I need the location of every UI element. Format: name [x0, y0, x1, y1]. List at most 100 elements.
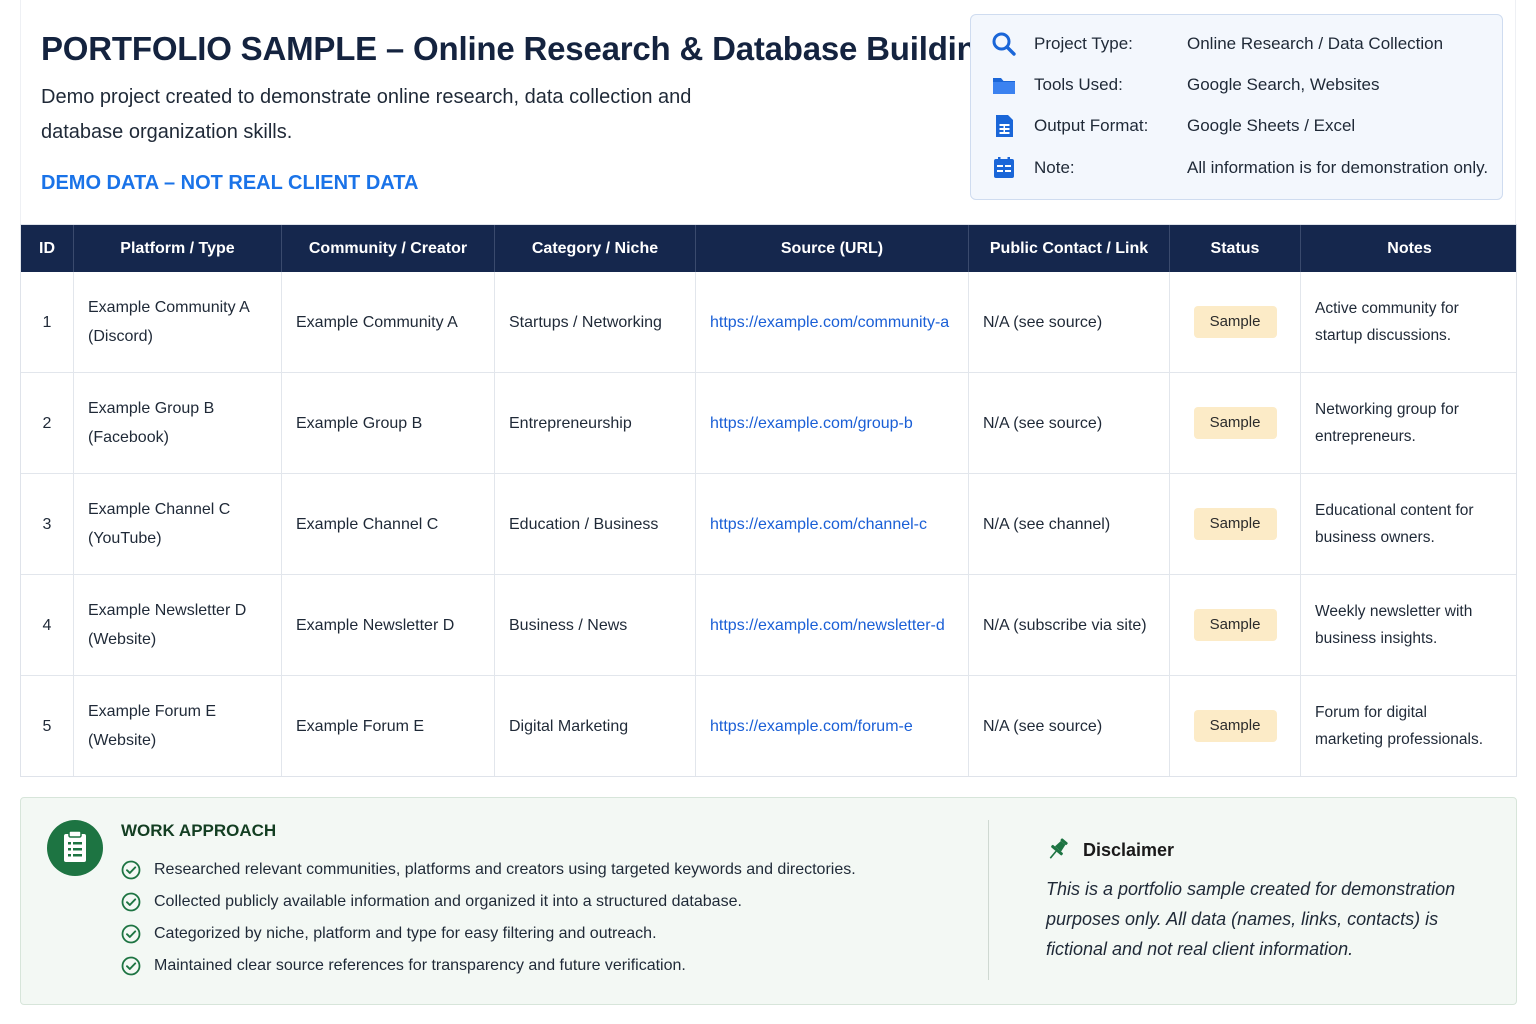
info-value: Google Sheets / Excel: [1187, 116, 1356, 135]
cell-platform: Example Community A (Discord): [74, 272, 282, 372]
cell-contact: N/A (see channel): [969, 474, 1170, 574]
column-header-creator[interactable]: Community / Creator: [282, 225, 495, 272]
status-badge: Sample: [1193, 508, 1277, 540]
column-header-source[interactable]: Source (URL): [696, 225, 969, 272]
cell-id: 2: [21, 373, 74, 473]
cell-text: Education / Business: [509, 515, 659, 533]
cell-text: Example Channel C: [296, 515, 439, 533]
cell-id: 5: [21, 676, 74, 776]
cell-text: Business / News: [509, 616, 628, 634]
cell-notes: Weekly newsletter with business insights…: [1301, 575, 1518, 675]
cell-platform: Example Newsletter D (Website): [74, 575, 282, 675]
cell-platform: Example Forum E (Website): [74, 676, 282, 776]
cell-creator: Example Community A: [282, 272, 495, 372]
cell-status: Sample: [1170, 373, 1301, 473]
column-header-contact[interactable]: Public Contact / Link: [969, 225, 1170, 272]
cell-category: Education / Business: [495, 474, 696, 574]
check-circle-icon: [121, 892, 141, 912]
cell-creator: Example Channel C: [282, 474, 495, 574]
status-badge: Sample: [1193, 609, 1277, 641]
cell-text: Active community for startup discussions…: [1315, 300, 1459, 344]
cell-notes: Forum for digital marketing professional…: [1301, 676, 1518, 776]
disclaimer-text: This is a portfolio sample created for d…: [1046, 879, 1456, 959]
work-approach-title: WORK APPROACH: [121, 821, 277, 840]
cell-contact: N/A (see source): [969, 272, 1170, 372]
note-icon: [994, 157, 1014, 178]
cell-text: Example Forum E (Website): [88, 703, 217, 749]
column-header-id[interactable]: ID: [21, 225, 74, 272]
cell-status: Sample: [1170, 575, 1301, 675]
cell-creator: Example Forum E: [282, 676, 495, 776]
cell-text: N/A (subscribe via site): [983, 616, 1147, 634]
table-row[interactable]: 5 Example Forum E (Website) Example Foru…: [21, 676, 1516, 777]
cell-text: Weekly newsletter with business insights…: [1315, 603, 1473, 647]
source-link[interactable]: https://example.com/newsletter-d: [696, 611, 953, 640]
vertical-divider: [988, 820, 989, 980]
cell-status: Sample: [1170, 474, 1301, 574]
info-label: Project Type:: [1034, 34, 1133, 53]
cell-notes: Networking group for entrepreneurs.: [1301, 373, 1518, 473]
table-row[interactable]: 4 Example Newsletter D (Website) Example…: [21, 575, 1516, 676]
cell-source: https://example.com/community-a: [696, 272, 969, 372]
cell-category: Entrepreneurship: [495, 373, 696, 473]
status-badge: Sample: [1193, 407, 1277, 439]
cell-text: Digital Marketing: [509, 717, 629, 735]
column-header-notes[interactable]: Notes: [1301, 225, 1518, 272]
cell-text: Example Group B: [296, 414, 423, 432]
cell-text: Startups / Networking: [509, 313, 662, 331]
status-badge: Sample: [1193, 710, 1277, 742]
sheet-icon: [996, 115, 1013, 137]
info-row-output-format: Output Format: Google Sheets / Excel: [971, 110, 1502, 142]
cell-source: https://example.com/forum-e: [696, 676, 969, 776]
info-row-note: Note: All information is for demonstrati…: [971, 152, 1502, 184]
info-value: All information is for demonstration onl…: [1187, 158, 1489, 177]
cell-category: Business / News: [495, 575, 696, 675]
info-row-tools-used: Tools Used: Google Search, Websites: [971, 69, 1502, 101]
cell-contact: N/A (subscribe via site): [969, 575, 1170, 675]
cell-source: https://example.com/channel-c: [696, 474, 969, 574]
cell-contact: N/A (see source): [969, 373, 1170, 473]
table-row[interactable]: 3 Example Channel C (YouTube) Example Ch…: [21, 474, 1516, 575]
cell-notes: Active community for startup discussions…: [1301, 272, 1518, 372]
approach-text: Researched relevant communities, platfor…: [154, 861, 856, 878]
source-link[interactable]: https://example.com/channel-c: [696, 510, 935, 539]
approach-text: Maintained clear source references for t…: [154, 957, 686, 974]
info-label: Tools Used:: [1034, 75, 1123, 94]
cell-platform: Example Channel C (YouTube): [74, 474, 282, 574]
data-table: ID Platform / Type Community / Creator C…: [20, 224, 1517, 777]
cell-id: 1: [21, 272, 74, 372]
table-row[interactable]: 1 Example Community A (Discord) Example …: [21, 272, 1516, 373]
folder-icon: [993, 78, 1015, 94]
check-circle-icon: [121, 956, 141, 976]
source-link[interactable]: https://example.com/community-a: [696, 308, 957, 337]
approach-text: Categorized by niche, platform and type …: [154, 925, 657, 942]
info-row-project-type: Project Type: Online Research / Data Col…: [971, 28, 1502, 60]
table-row[interactable]: 2 Example Group B (Facebook) Example Gro…: [21, 373, 1516, 474]
cell-text: Forum for digital marketing professional…: [1315, 704, 1483, 748]
cell-text: N/A (see source): [983, 414, 1103, 432]
source-link[interactable]: https://example.com/forum-e: [696, 712, 921, 741]
disclaimer-title: Disclaimer: [1083, 840, 1175, 860]
column-header-status[interactable]: Status: [1170, 225, 1301, 272]
cell-text: Example Group B (Facebook): [88, 400, 215, 446]
column-header-category[interactable]: Category / Niche: [495, 225, 696, 272]
cell-category: Startups / Networking: [495, 272, 696, 372]
cell-text: Example Forum E: [296, 717, 425, 735]
demo-data-label: DEMO DATA – NOT REAL CLIENT DATA: [41, 172, 419, 194]
cell-status: Sample: [1170, 272, 1301, 372]
project-info-box: Project Type: Online Research / Data Col…: [970, 14, 1503, 200]
cell-source: https://example.com/newsletter-d: [696, 575, 969, 675]
page-subtitle: Demo project created to demonstrate onli…: [41, 86, 692, 143]
cell-text: Example Newsletter D: [296, 616, 455, 634]
source-link[interactable]: https://example.com/group-b: [696, 409, 921, 438]
cell-notes: Educational content for business owners.: [1301, 474, 1518, 574]
approach-text: Collected publicly available information…: [154, 893, 742, 910]
column-header-platform[interactable]: Platform / Type: [74, 225, 282, 272]
cell-text: Educational content for business owners.: [1315, 502, 1474, 546]
cell-text: N/A (see source): [983, 717, 1103, 735]
cell-id: 4: [21, 575, 74, 675]
table-header: ID Platform / Type Community / Creator C…: [21, 225, 1516, 272]
cell-text: Entrepreneurship: [509, 414, 632, 432]
cell-text: N/A (see source): [983, 313, 1103, 331]
check-circle-icon: [121, 924, 141, 944]
